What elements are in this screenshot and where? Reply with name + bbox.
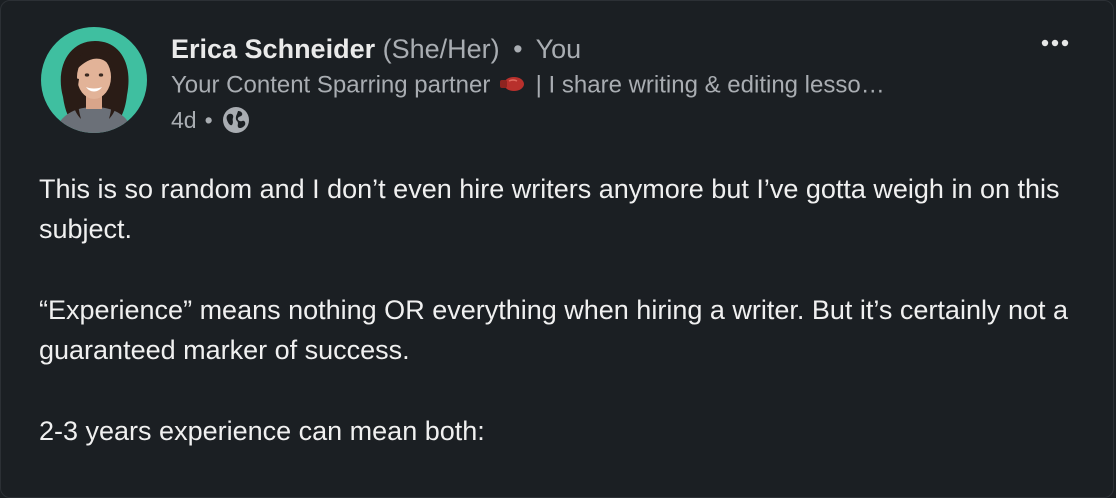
post-paragraph: 2-3 years experience can mean both: [39, 416, 485, 446]
headline-prefix: Your Content Sparring partner [171, 71, 491, 99]
author-name-row: Erica Schneider (She/Her) • You [171, 31, 993, 67]
author-name[interactable]: Erica Schneider [171, 34, 375, 64]
headline-suffix: | I share writing & editing lesso… [535, 71, 885, 99]
author-headline[interactable]: Your Content Sparring partner | I share … [171, 69, 991, 103]
meta-separator: • [204, 107, 213, 133]
name-separator: • [513, 34, 523, 64]
more-options-button[interactable] [1037, 25, 1073, 61]
author-avatar[interactable] [41, 27, 147, 133]
post-paragraph: This is so random and I don’t even hire … [39, 174, 1060, 244]
ellipsis-icon [1041, 39, 1069, 47]
post-actor: Erica Schneider (She/Her) • You Your Con… [171, 31, 993, 135]
author-relation: You [535, 34, 582, 64]
post-meta: 4d • [171, 105, 993, 135]
boxing-glove-icon [499, 69, 525, 101]
globe-icon [221, 105, 251, 135]
post-body: This is so random and I don’t even hire … [39, 169, 1079, 492]
post-time[interactable]: 4d [171, 105, 197, 135]
post-paragraph: “Experience” means nothing OR everything… [39, 295, 1069, 365]
post-card: Erica Schneider (She/Her) • You Your Con… [0, 0, 1114, 498]
avatar-image [41, 27, 147, 133]
author-pronouns: (She/Her) [382, 34, 500, 64]
